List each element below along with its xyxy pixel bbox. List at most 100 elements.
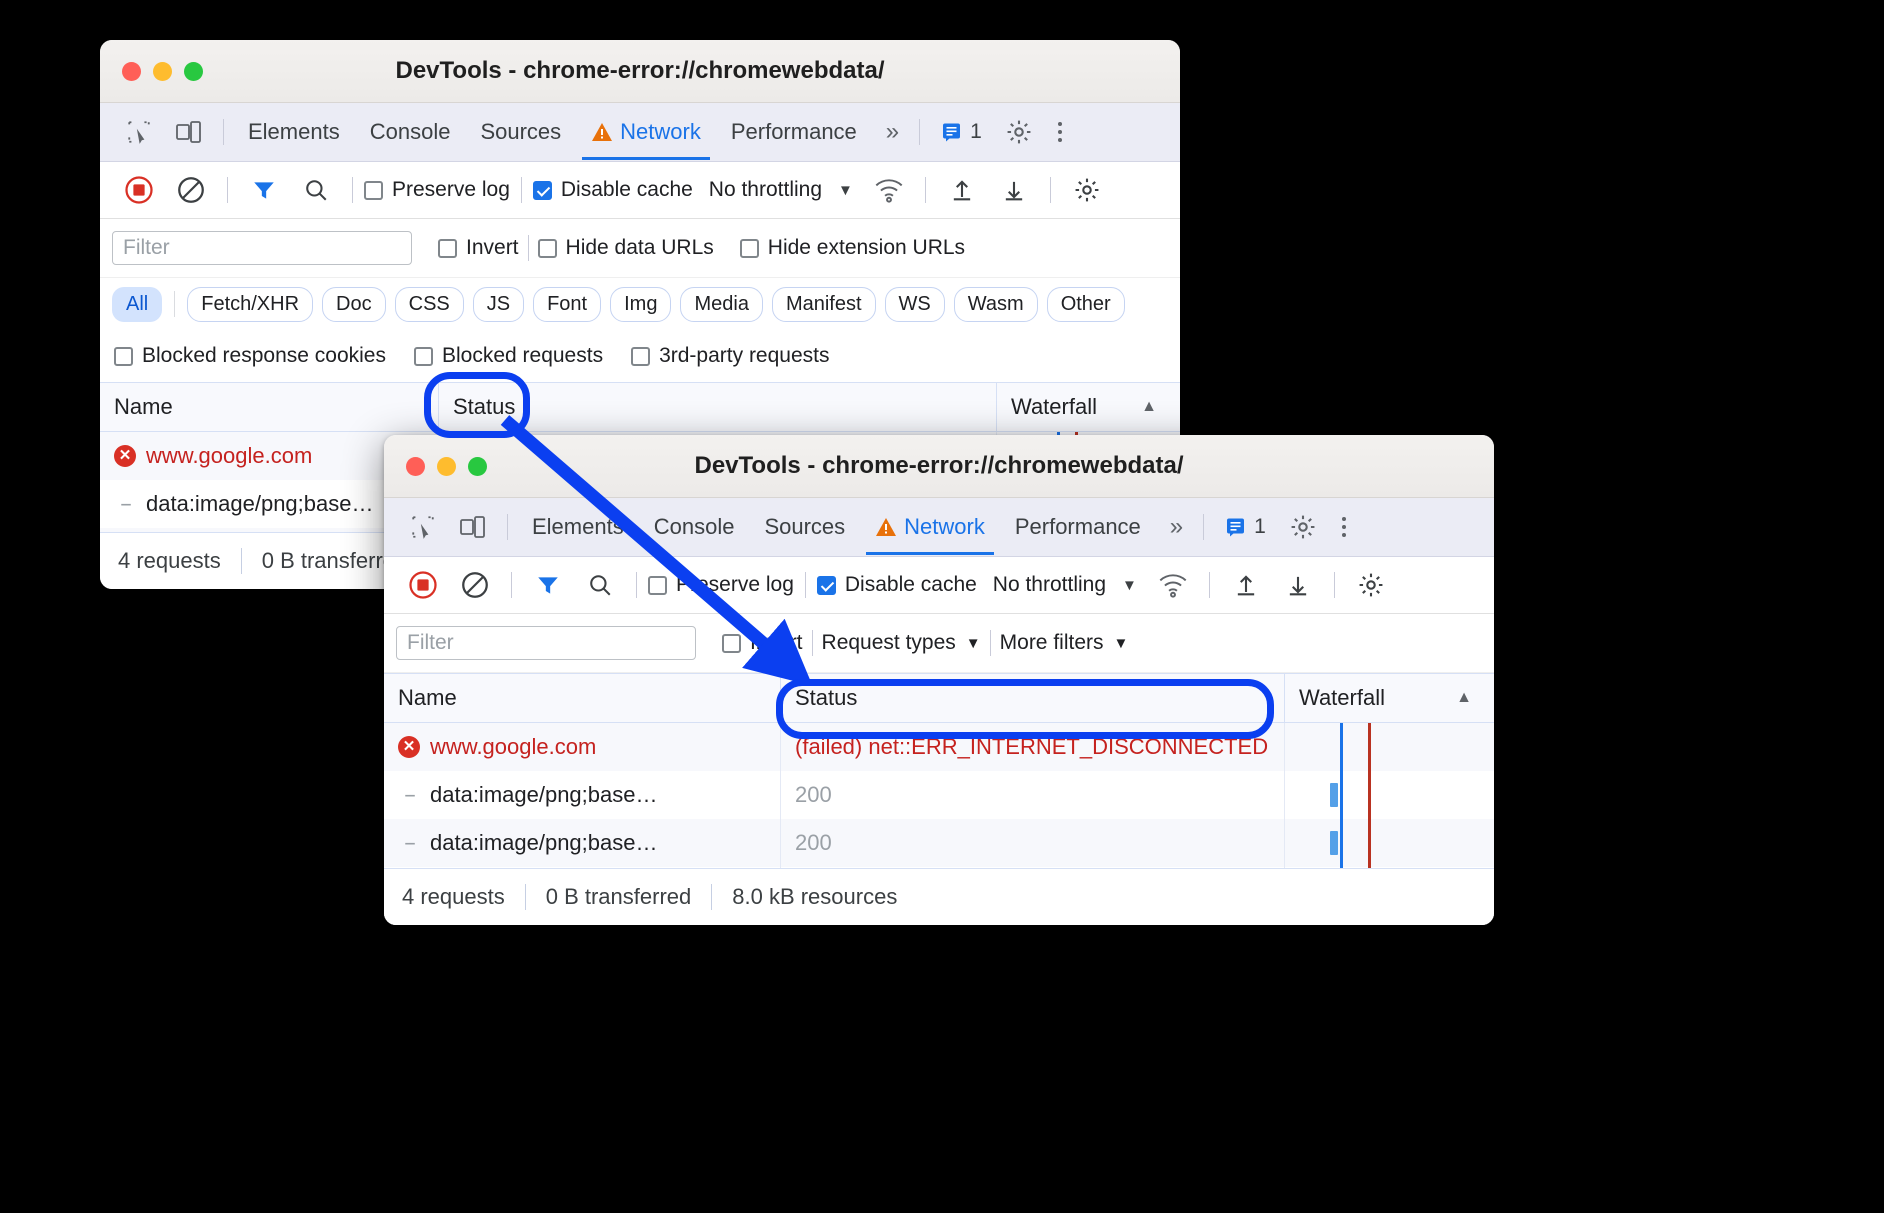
checkbox-box[interactable] xyxy=(438,239,457,258)
request-types-dropdown[interactable]: Request types ▼ xyxy=(822,631,981,655)
tab-network[interactable]: Network xyxy=(576,104,716,160)
device-toolbar-icon[interactable] xyxy=(453,507,493,547)
chevron-down-icon[interactable]: ▼ xyxy=(1122,577,1137,594)
export-har-icon[interactable] xyxy=(1278,565,1318,605)
clear-icon[interactable] xyxy=(171,170,211,210)
sort-ascending-icon[interactable]: ▲ xyxy=(1141,398,1157,416)
import-har-icon[interactable] xyxy=(1226,565,1266,605)
cell-waterfall[interactable] xyxy=(1284,723,1494,771)
more-filters-dropdown[interactable]: More filters ▼ xyxy=(1000,631,1129,655)
checkbox-box[interactable] xyxy=(648,576,667,595)
import-har-icon[interactable] xyxy=(942,170,982,210)
column-header-status[interactable]: Status xyxy=(780,674,1284,722)
type-chip-ws[interactable]: WS xyxy=(885,287,945,322)
network-conditions-icon[interactable] xyxy=(869,170,909,210)
type-chip-img[interactable]: Img xyxy=(610,287,671,322)
invert-checkbox[interactable]: Invert xyxy=(438,236,519,260)
disable-cache-checkbox[interactable]: Disable cache xyxy=(817,573,977,597)
preserve-log-checkbox[interactable]: Preserve log xyxy=(648,573,794,597)
inspect-element-icon[interactable] xyxy=(119,112,159,152)
column-header-name[interactable]: Name xyxy=(100,383,438,431)
window-controls-back[interactable] xyxy=(100,62,203,81)
column-header-waterfall[interactable]: Waterfall ▲ xyxy=(996,383,1179,431)
cell-status[interactable]: (failed) net::ERR_INTERNET_DISCONNECTED xyxy=(780,723,1284,771)
maximize-window-button[interactable] xyxy=(468,457,487,476)
checkbox-box[interactable] xyxy=(114,347,133,366)
tab-sources[interactable]: Sources xyxy=(465,104,576,160)
chevron-down-icon[interactable]: ▼ xyxy=(1114,635,1129,652)
network-table-header-front[interactable]: Name Status Waterfall ▲ xyxy=(384,673,1494,723)
filter-row-front[interactable]: Filter Invert Request types ▼ More filte… xyxy=(384,614,1494,673)
checkbox-box[interactable] xyxy=(533,181,552,200)
device-toolbar-icon[interactable] xyxy=(169,112,209,152)
tab-performance[interactable]: Performance xyxy=(716,104,872,160)
table-row[interactable]: --data:image/png;base…200 xyxy=(384,819,1494,867)
network-conditions-icon[interactable] xyxy=(1153,565,1193,605)
chevron-down-icon[interactable]: ▼ xyxy=(966,635,981,652)
minimize-window-button[interactable] xyxy=(153,62,172,81)
title-bar-back[interactable]: DevTools - chrome-error://chromewebdata/ xyxy=(100,40,1180,103)
type-chip-js[interactable]: JS xyxy=(473,287,524,322)
extra-filter-checkboxes[interactable]: Blocked response cookiesBlocked requests… xyxy=(100,330,1180,382)
checkbox-box[interactable] xyxy=(414,347,433,366)
close-window-button[interactable] xyxy=(406,457,425,476)
window-controls-front[interactable] xyxy=(384,457,487,476)
devtools-tab-strip-back[interactable]: Elements Console Sources Network Perform… xyxy=(100,103,1180,162)
throttling-select[interactable]: No throttling xyxy=(709,178,822,202)
devtools-window-front[interactable]: DevTools - chrome-error://chromewebdata/… xyxy=(384,435,1494,925)
cell-name[interactable]: --data:image/png;base… xyxy=(384,819,780,867)
export-har-icon[interactable] xyxy=(994,170,1034,210)
more-options-icon[interactable] xyxy=(1328,517,1360,537)
sort-ascending-icon[interactable]: ▲ xyxy=(1456,689,1472,707)
checkbox-box[interactable] xyxy=(631,347,650,366)
checkbox-box[interactable] xyxy=(722,634,741,653)
filter-input[interactable]: Filter xyxy=(112,231,412,265)
clear-icon[interactable] xyxy=(455,565,495,605)
close-window-button[interactable] xyxy=(122,62,141,81)
column-header-name[interactable]: Name xyxy=(384,674,780,722)
invert-checkbox[interactable]: Invert xyxy=(722,631,803,655)
network-table-header-back[interactable]: Name Status Waterfall ▲ xyxy=(100,382,1180,432)
more-tabs-icon[interactable]: » xyxy=(872,118,910,146)
type-chip-media[interactable]: Media xyxy=(680,287,762,322)
cell-name[interactable]: ✕www.google.com xyxy=(384,723,780,771)
network-settings-gear-icon[interactable] xyxy=(1351,565,1391,605)
checkbox-box[interactable] xyxy=(740,239,759,258)
type-chip-fetch-xhr[interactable]: Fetch/XHR xyxy=(187,287,313,322)
tab-elements[interactable]: Elements xyxy=(233,104,355,160)
filter-row-back[interactable]: Filter Invert Hide data URLs Hide extens… xyxy=(100,219,1180,278)
filter-checkbox-blocked-requests[interactable]: Blocked requests xyxy=(414,344,603,368)
search-icon[interactable] xyxy=(296,170,336,210)
devtools-tab-strip-front[interactable]: Elements Console Sources Network Perform… xyxy=(384,498,1494,557)
preserve-log-checkbox[interactable]: Preserve log xyxy=(364,178,510,202)
tab-console[interactable]: Console xyxy=(355,104,466,160)
tab-elements[interactable]: Elements xyxy=(517,499,639,555)
settings-gear-icon[interactable] xyxy=(1283,507,1323,547)
maximize-window-button[interactable] xyxy=(184,62,203,81)
filter-funnel-icon[interactable] xyxy=(244,170,284,210)
network-settings-gear-icon[interactable] xyxy=(1067,170,1107,210)
type-chip-doc[interactable]: Doc xyxy=(322,287,386,322)
network-toolbar-front[interactable]: Preserve log Disable cache No throttling… xyxy=(384,557,1494,614)
filter-checkbox-3rd-party-requests[interactable]: 3rd-party requests xyxy=(631,344,829,368)
inspect-element-icon[interactable] xyxy=(403,507,443,547)
more-tabs-icon[interactable]: » xyxy=(1156,513,1194,541)
title-bar-front[interactable]: DevTools - chrome-error://chromewebdata/ xyxy=(384,435,1494,498)
type-chip-font[interactable]: Font xyxy=(533,287,601,322)
network-toolbar-back[interactable]: Preserve log Disable cache No throttling… xyxy=(100,162,1180,219)
settings-gear-icon[interactable] xyxy=(999,112,1039,152)
checkbox-box[interactable] xyxy=(364,181,383,200)
record-stop-icon[interactable] xyxy=(403,565,443,605)
column-header-waterfall[interactable]: Waterfall ▲ xyxy=(1284,674,1494,722)
type-chip-wasm[interactable]: Wasm xyxy=(954,287,1038,322)
cell-status[interactable]: 200 xyxy=(780,771,1284,819)
table-row[interactable]: ✕www.google.com(failed) net::ERR_INTERNE… xyxy=(384,723,1494,771)
table-row[interactable]: --data:image/png;base…200 xyxy=(384,771,1494,819)
record-stop-icon[interactable] xyxy=(119,170,159,210)
hide-data-urls-checkbox[interactable]: Hide data URLs xyxy=(538,236,714,260)
tab-sources[interactable]: Sources xyxy=(749,499,860,555)
checkbox-box[interactable] xyxy=(538,239,557,258)
issues-badge[interactable]: 1 xyxy=(1213,515,1278,539)
filter-funnel-icon[interactable] xyxy=(528,565,568,605)
type-chip-css[interactable]: CSS xyxy=(395,287,464,322)
